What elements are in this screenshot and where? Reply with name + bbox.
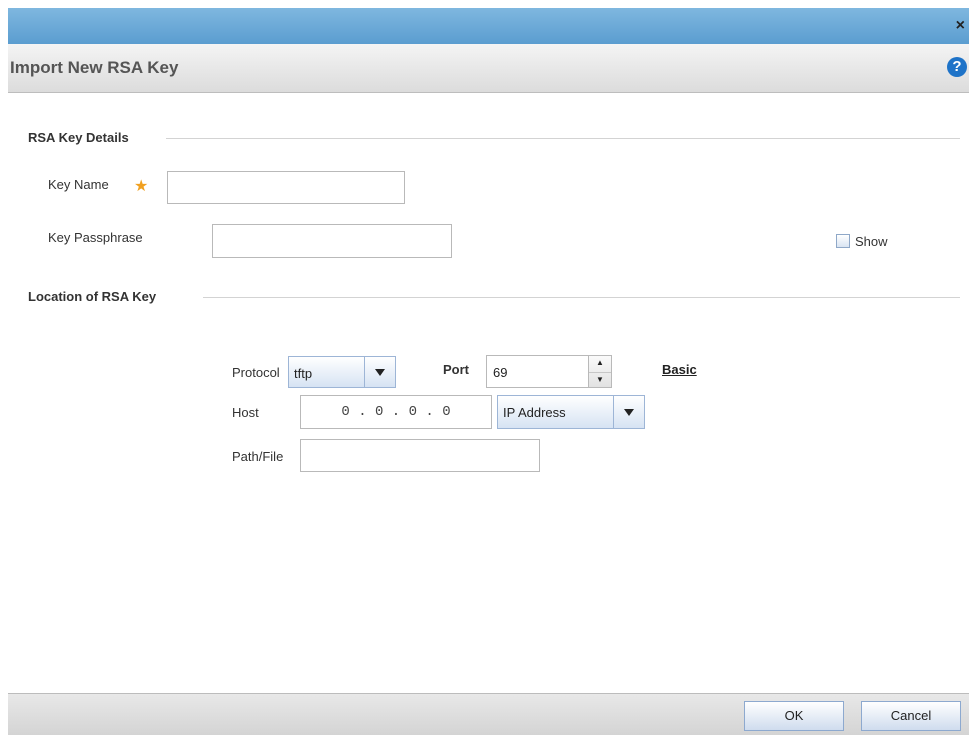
help-icon[interactable]: ? [947,57,967,77]
protocol-value: tftp [294,366,313,381]
port-value: 69 [493,365,508,380]
port-spinner[interactable]: 69 ▲ ▼ [486,355,612,388]
location-heading: Location of RSA Key [28,289,157,304]
cancel-button[interactable]: Cancel [861,701,961,731]
port-label: Port [443,362,469,377]
host-type-select[interactable]: IP Address [497,395,645,429]
basic-link[interactable]: Basic [662,362,697,377]
host-label: Host [232,405,259,420]
section-divider [166,138,960,139]
rsa-details-heading: RSA Key Details [28,130,129,145]
path-file-label: Path/File [232,449,284,464]
chevron-down-icon [364,357,395,387]
host-ip-input[interactable]: 0 . 0 . 0 . 0 [300,395,492,429]
close-icon[interactable]: × [956,18,965,34]
key-name-label: Key Name [48,177,109,192]
key-passphrase-input[interactable] [212,224,452,258]
section-divider [203,297,960,298]
path-file-input[interactable] [300,439,540,472]
key-name-input[interactable] [167,171,405,204]
show-passphrase-label: Show [855,234,888,249]
dialog-titlebar: Import New RSA Key ? [8,44,969,93]
key-passphrase-label: Key Passphrase [48,230,143,245]
spinner-arrows-icon[interactable]: ▲ ▼ [588,356,611,387]
protocol-select[interactable]: tftp [288,356,396,388]
ok-button[interactable]: OK [744,701,844,731]
dialog-title: Import New RSA Key [10,58,179,77]
required-star-icon: ★ [134,178,149,195]
show-passphrase-checkbox[interactable] [836,234,850,248]
window-topbar: × [8,8,969,44]
host-type-value: IP Address [503,405,566,420]
dialog-footer: OK Cancel [8,693,969,735]
chevron-down-icon [613,396,644,428]
protocol-label: Protocol [232,365,280,380]
